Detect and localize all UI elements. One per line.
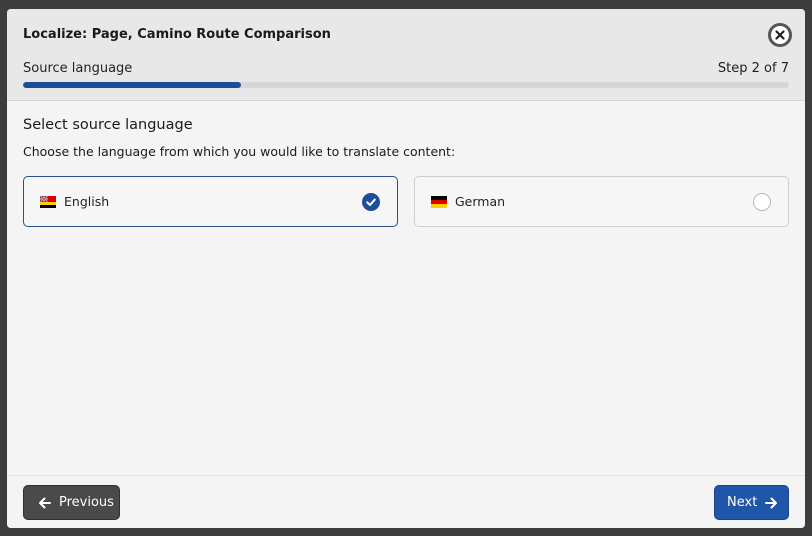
step-counter: Step 2 of 7 xyxy=(717,61,789,76)
step-label: Source language xyxy=(23,61,133,76)
next-button-label: Next xyxy=(727,495,758,510)
dialog-title: Localize: Page, Camino Route Comparison xyxy=(23,27,331,42)
arrow-right-icon xyxy=(765,497,778,508)
language-label: German xyxy=(455,194,506,209)
localize-dialog: Localize: Page, Camino Route Comparison … xyxy=(7,9,805,528)
section-description: Choose the language from which you would… xyxy=(23,144,456,159)
checkmark-icon xyxy=(366,198,376,206)
uk-flag-icon xyxy=(40,196,56,208)
language-label: English xyxy=(64,194,110,209)
dialog-footer: Previous Next xyxy=(7,475,805,528)
close-button[interactable] xyxy=(768,23,792,47)
germany-flag-icon xyxy=(431,196,447,208)
language-option-german[interactable]: German xyxy=(414,176,789,227)
dialog-header: Localize: Page, Camino Route Comparison … xyxy=(7,9,805,101)
radio-unchecked[interactable] xyxy=(753,193,771,211)
previous-button[interactable]: Previous xyxy=(23,485,120,520)
progress-bar-fill xyxy=(23,82,242,88)
close-icon xyxy=(775,30,785,40)
arrow-left-icon xyxy=(39,497,51,508)
radio-checked[interactable] xyxy=(362,193,380,211)
section-heading: Select source language xyxy=(23,117,193,133)
progress-bar xyxy=(23,82,789,88)
previous-button-label: Previous xyxy=(59,495,114,510)
language-option-english[interactable]: English xyxy=(23,176,398,227)
next-button[interactable]: Next xyxy=(714,485,789,520)
